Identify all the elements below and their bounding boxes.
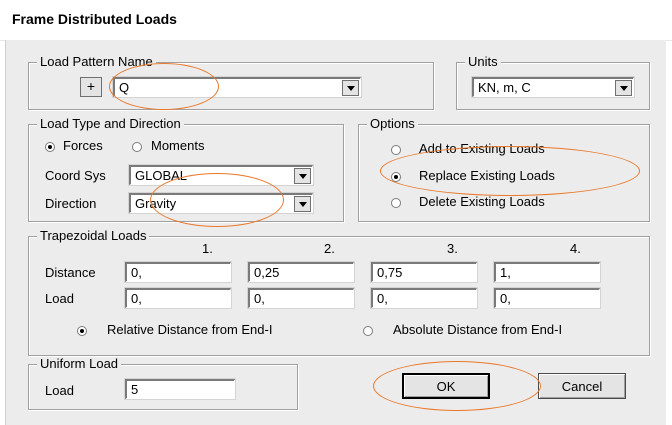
load-input-3[interactable]: 0, bbox=[371, 288, 477, 308]
absolute-distance-label: Absolute Distance from End-I bbox=[393, 322, 563, 337]
load-input-1[interactable]: 0, bbox=[125, 288, 231, 308]
delete-existing-radio[interactable] bbox=[391, 198, 401, 208]
chevron-down-icon[interactable] bbox=[342, 80, 359, 96]
relative-distance-label: Relative Distance from End-I bbox=[107, 322, 273, 337]
column-header: 4. bbox=[570, 241, 581, 256]
units-legend: Units bbox=[465, 55, 501, 69]
distance-label: Distance bbox=[45, 265, 96, 280]
delete-existing-label: Delete Existing Loads bbox=[419, 194, 545, 209]
absolute-distance-radio[interactable] bbox=[363, 326, 373, 336]
title-bar: Frame Distributed Loads bbox=[0, 0, 672, 41]
load-pattern-group: Load Pattern Name + Q bbox=[28, 55, 434, 110]
direction-label: Direction bbox=[45, 196, 97, 211]
coord-sys-dropdown[interactable]: GLOBAL bbox=[129, 165, 313, 185]
cancel-button[interactable]: Cancel bbox=[538, 373, 626, 399]
units-dropdown[interactable]: KN, m, C bbox=[472, 77, 634, 97]
uniform-load-label: Load bbox=[45, 383, 74, 398]
trapezoidal-legend: Trapezoidal Loads bbox=[37, 229, 150, 243]
relative-distance-radio[interactable] bbox=[77, 326, 87, 336]
chevron-down-icon[interactable] bbox=[294, 196, 311, 212]
replace-existing-radio[interactable] bbox=[391, 172, 401, 182]
distance-input-2[interactable]: 0,25 bbox=[248, 262, 354, 282]
coord-sys-value: GLOBAL bbox=[135, 168, 188, 183]
load-input-4[interactable]: 0, bbox=[494, 288, 600, 308]
distance-input-4[interactable]: 1, bbox=[494, 262, 600, 282]
forces-radio[interactable] bbox=[45, 142, 55, 152]
load-type-group: Load Type and Direction Forces Moments C… bbox=[28, 117, 344, 222]
ok-button[interactable]: OK bbox=[402, 373, 490, 399]
forces-label: Forces bbox=[63, 138, 103, 153]
distance-input-1[interactable]: 0, bbox=[125, 262, 231, 282]
moments-radio[interactable] bbox=[132, 142, 142, 152]
window-title: Frame Distributed Loads bbox=[12, 11, 177, 27]
options-legend: Options bbox=[367, 117, 418, 131]
column-header: 1. bbox=[202, 241, 213, 256]
uniform-load-group: Uniform Load Load 5 bbox=[28, 357, 298, 410]
options-group: Options Add to Existing Loads Replace Ex… bbox=[358, 117, 650, 222]
replace-existing-label: Replace Existing Loads bbox=[419, 168, 555, 183]
load-label: Load bbox=[45, 291, 74, 306]
load-input-2[interactable]: 0, bbox=[248, 288, 354, 308]
add-to-existing-radio[interactable] bbox=[391, 145, 401, 155]
units-value: KN, m, C bbox=[478, 80, 531, 95]
moments-label: Moments bbox=[151, 138, 205, 153]
uniform-load-input[interactable]: 5 bbox=[125, 379, 235, 399]
trapezoidal-group: Trapezoidal Loads 1. 2. 3. 4. Distance 0… bbox=[28, 229, 650, 356]
chevron-down-icon[interactable] bbox=[615, 80, 632, 96]
coord-sys-label: Coord Sys bbox=[45, 168, 106, 183]
dialog-client: Load Pattern Name + Q Units KN, m, C Loa… bbox=[5, 40, 666, 425]
add-load-pattern-button[interactable]: + bbox=[80, 77, 102, 97]
load-pattern-legend: Load Pattern Name bbox=[37, 55, 156, 69]
direction-dropdown[interactable]: Gravity bbox=[129, 193, 313, 213]
add-to-existing-label: Add to Existing Loads bbox=[419, 141, 545, 156]
load-type-legend: Load Type and Direction bbox=[37, 117, 184, 131]
chevron-down-icon[interactable] bbox=[294, 168, 311, 184]
units-group: Units KN, m, C bbox=[456, 55, 650, 110]
column-header: 3. bbox=[447, 241, 458, 256]
load-pattern-dropdown[interactable]: Q bbox=[113, 77, 361, 97]
distance-input-3[interactable]: 0,75 bbox=[371, 262, 477, 282]
load-pattern-value: Q bbox=[119, 80, 130, 95]
uniform-load-legend: Uniform Load bbox=[37, 357, 122, 371]
column-header: 2. bbox=[324, 241, 335, 256]
direction-value: Gravity bbox=[135, 196, 177, 211]
